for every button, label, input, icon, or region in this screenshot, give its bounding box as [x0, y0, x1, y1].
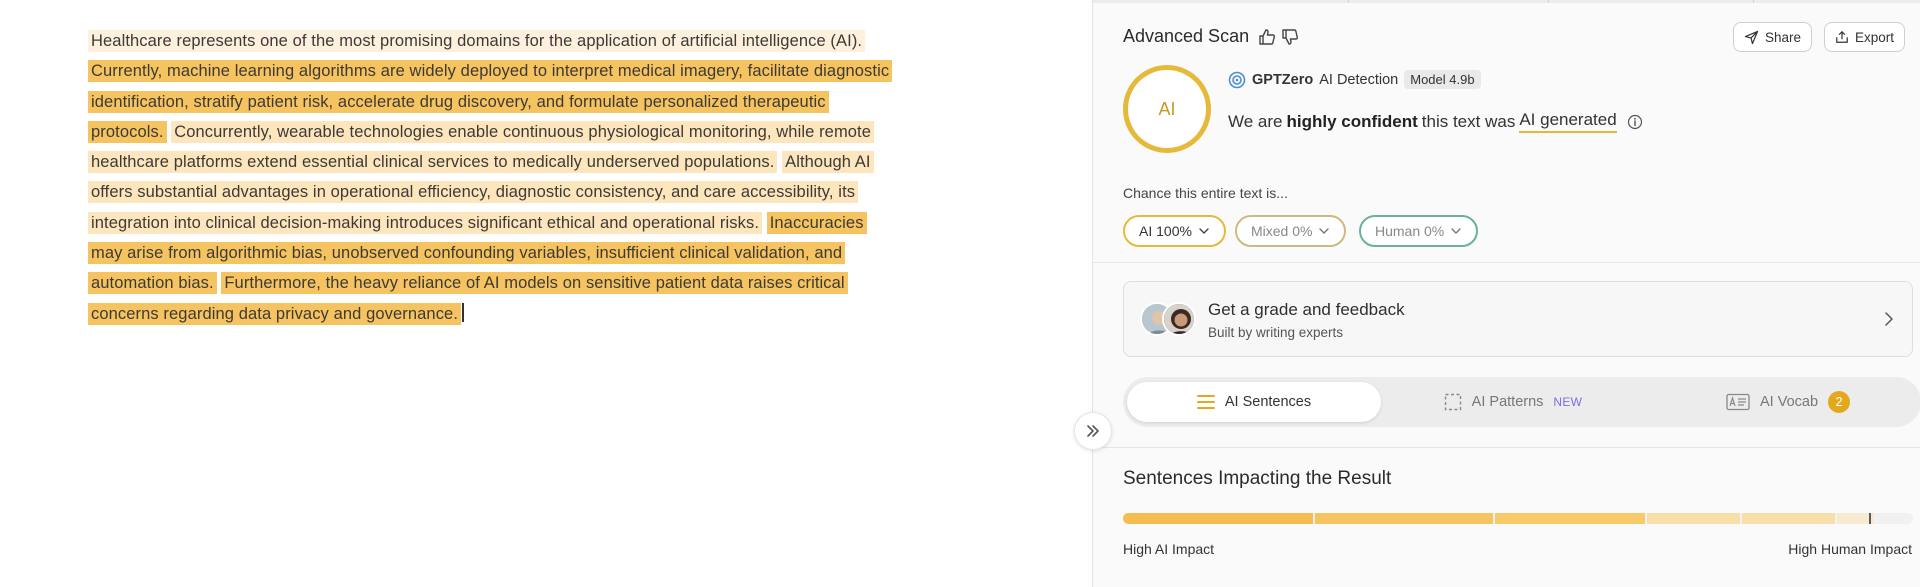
detector-info: GPTZero AI Detection Model 4.9b [1228, 70, 1481, 89]
mixed-percentage: Mixed 0% [1251, 223, 1313, 239]
section-divider [1093, 262, 1920, 263]
scan-results-panel: Advanced Scan Share Export AI GPTZero AI… [1092, 0, 1920, 587]
gptzero-logo-icon [1228, 71, 1246, 88]
confidence-level: highly confident [1286, 111, 1418, 131]
chevron-down-icon [1319, 228, 1330, 234]
chevron-down-icon [1451, 228, 1461, 234]
confidence-middle: this text was [1421, 111, 1516, 131]
product-name: AI Detection [1319, 71, 1399, 88]
vocab-card-icon [1726, 393, 1750, 411]
impact-bar[interactable] [1123, 513, 1913, 524]
human-percentage: Human 0% [1375, 223, 1445, 239]
high-ai-impact-label: High AI Impact [1123, 541, 1215, 557]
lines-icon [1196, 395, 1215, 409]
grade-card-title: Get a grade and feedback [1208, 300, 1405, 319]
ring-label: AI [1158, 98, 1176, 119]
impact-segment[interactable] [1647, 513, 1740, 524]
tab-ai-vocab[interactable]: AI Vocab 2 [1693, 382, 1883, 422]
model-badge: Model 4.9b [1404, 70, 1481, 89]
tab-label: AI Sentences [1224, 394, 1312, 410]
text-cursor [462, 302, 464, 322]
mixed-percentage-dropdown[interactable]: Mixed 0% [1235, 215, 1347, 247]
upload-icon [1836, 31, 1848, 43]
impact-section-title: Sentences Impacting the Result [1123, 468, 1392, 489]
thumbs-up-icon[interactable] [1258, 28, 1276, 46]
chevron-right-icon [1885, 312, 1893, 326]
info-icon[interactable] [1627, 114, 1643, 130]
export-label: Export [1855, 29, 1895, 45]
collapse-panel-button[interactable] [1074, 412, 1112, 450]
scan-title: Advanced Scan [1123, 26, 1250, 46]
human-percentage-dropdown[interactable]: Human 0% [1359, 215, 1479, 247]
dashed-square-icon [1444, 393, 1461, 411]
tab-ai-sentences[interactable]: AI Sentences [1127, 382, 1381, 422]
verdict-label[interactable]: AI generated [1519, 110, 1617, 133]
top-divider [1093, 0, 1920, 3]
grade-card-subtitle: Built by writing experts [1208, 325, 1344, 340]
high-human-impact-label: High Human Impact [1788, 541, 1912, 557]
impact-marker [1869, 513, 1871, 524]
chevron-down-icon [1199, 228, 1209, 234]
highlighted-sentence[interactable]: Healthcare represents one of the most pr… [88, 30, 866, 52]
ai-percentage: AI 100% [1139, 223, 1192, 239]
double-chevron-right-icon [1087, 425, 1099, 437]
section-divider [1093, 447, 1920, 448]
new-badge: NEW [1553, 395, 1583, 409]
confidence-statement: We are highly confident this text was AI… [1228, 110, 1643, 133]
tab-label: AI Vocab [1759, 394, 1819, 410]
send-icon [1744, 30, 1759, 44]
thumbs-down-icon[interactable] [1281, 28, 1299, 46]
vocab-count-badge: 2 [1828, 391, 1851, 413]
impact-segment[interactable] [1315, 513, 1493, 524]
expert-avatars [1140, 302, 1200, 338]
brand-name: GPTZero [1252, 71, 1314, 88]
tab-label: AI Patterns [1471, 394, 1544, 410]
confidence-prefix: We are [1228, 111, 1283, 131]
chance-label: Chance this entire text is... [1123, 185, 1288, 201]
ai-percentage-dropdown[interactable]: AI 100% [1123, 215, 1226, 247]
export-button[interactable]: Export [1824, 22, 1906, 52]
highlighted-sentence[interactable]: Concurrently, wearable technologies enab… [88, 120, 875, 174]
tab-ai-patterns[interactable]: AI Patterns NEW [1413, 382, 1613, 422]
result-tabs: AI Sentences AI Patterns NEW AI Vocab 2 [1123, 377, 1920, 427]
impact-segment[interactable] [1123, 513, 1313, 524]
share-label: Share [1765, 29, 1802, 45]
share-button[interactable]: Share [1733, 22, 1813, 52]
document-text[interactable]: Healthcare represents one of the most pr… [88, 26, 898, 329]
grade-feedback-card[interactable]: Get a grade and feedback Built by writin… [1123, 281, 1913, 357]
impact-segment[interactable] [1495, 513, 1645, 524]
text-editor[interactable]: Healthcare represents one of the most pr… [0, 0, 1092, 587]
ai-score-ring: AI [1123, 65, 1211, 153]
impact-segment[interactable] [1742, 513, 1835, 524]
avatar [1162, 302, 1196, 336]
